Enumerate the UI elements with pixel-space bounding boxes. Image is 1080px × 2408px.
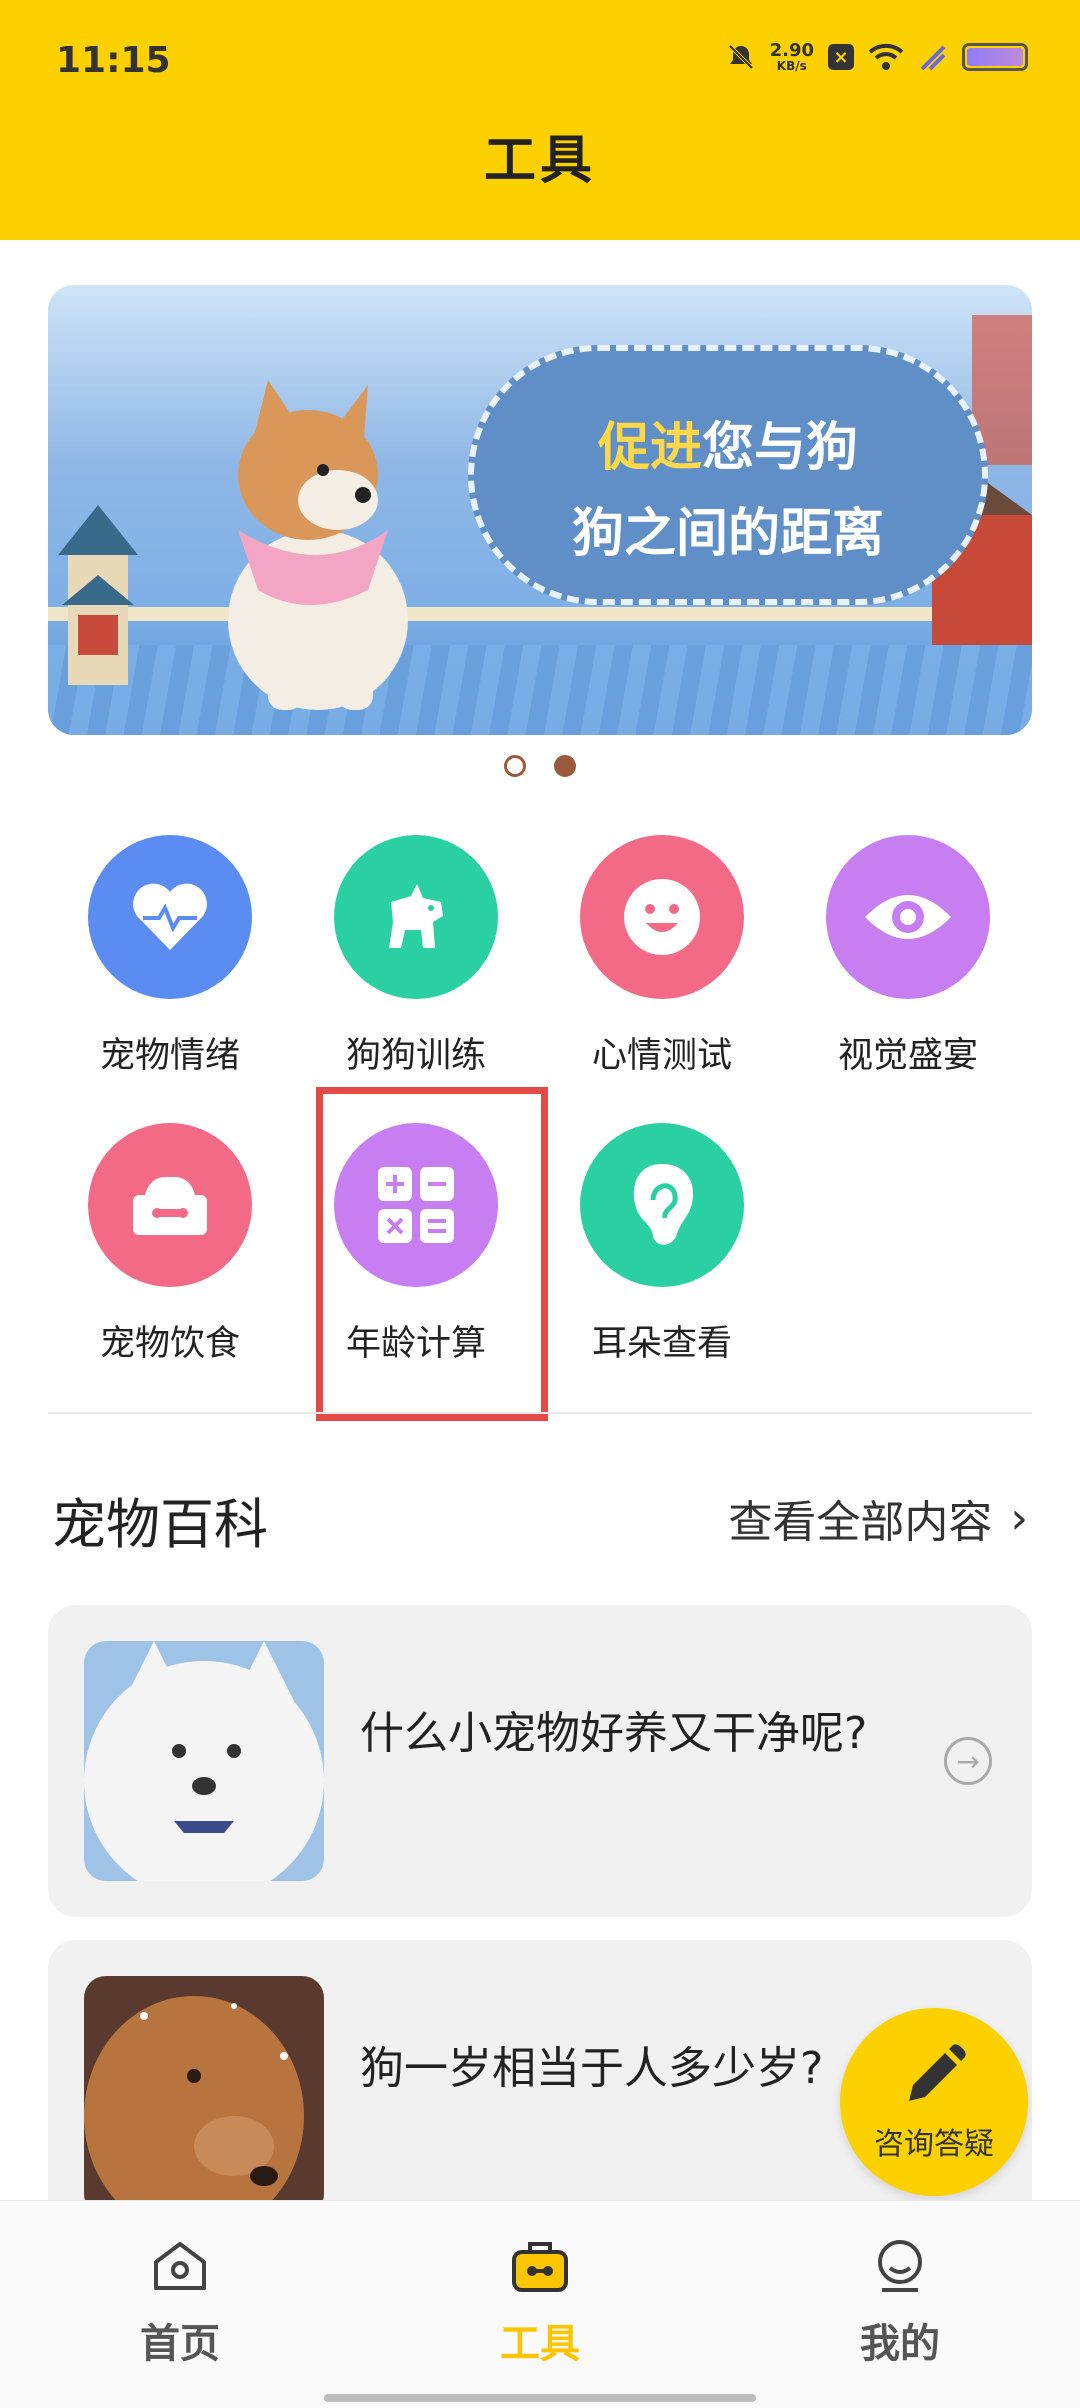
signal-icon <box>920 45 946 71</box>
tool-mood-test[interactable]: 心情测试 <box>552 835 772 1078</box>
promo-banner[interactable]: 促进您与狗 狗之间的距离 <box>48 285 1032 735</box>
banner-text-line2: 狗之间的距离 <box>571 504 884 564</box>
article-title: 狗一岁相当于人多少岁? <box>360 2043 824 2094</box>
banner-pagination <box>0 755 1080 777</box>
tool-label: 狗狗训练 <box>345 1036 486 1076</box>
banner-text: 促进您与狗 狗之间的距离 <box>498 405 958 577</box>
profile-icon <box>878 2240 922 2292</box>
chevron-right-icon: › <box>1010 1492 1028 1544</box>
arrow-right-circle-icon[interactable]: → <box>944 1737 992 1785</box>
divider <box>48 1412 1032 1414</box>
home-indicator[interactable] <box>324 2394 756 2402</box>
tool-label: 宠物饮食 <box>99 1324 240 1364</box>
network-speed-unit: KB/s <box>776 59 807 73</box>
status-time: 11:15 <box>56 40 171 81</box>
view-all-link[interactable]: 查看全部内容 › <box>728 1486 1028 1550</box>
eye-icon <box>865 895 951 939</box>
tool-pet-diet[interactable]: 宠物饮食 <box>60 1123 280 1366</box>
tool-visual-feast[interactable]: 视觉盛宴 <box>798 835 1018 1078</box>
toolbox-icon <box>512 2242 568 2292</box>
ear-icon <box>633 1164 693 1245</box>
article-thumbnail <box>84 1641 324 1881</box>
wifi-icon <box>868 43 904 70</box>
bottom-navigation: 首页 工具 我的 <box>0 2200 1080 2408</box>
tool-ear-check[interactable]: 耳朵查看 <box>552 1123 772 1366</box>
heart-pulse-icon <box>133 883 207 950</box>
notification-x-icon: × <box>828 44 854 70</box>
golden-retriever-photo <box>84 1976 324 2216</box>
status-icons: 2.90 KB/s × <box>726 42 1028 72</box>
battery-icon <box>962 43 1028 71</box>
section-title: 宠物百科 <box>52 1493 268 1556</box>
network-speed: 2.90 KB/s <box>769 40 814 73</box>
samoyed-photo <box>84 1641 324 1881</box>
tool-label: 宠物情绪 <box>99 1036 240 1076</box>
banner-ground <box>48 607 1032 621</box>
nav-tools[interactable]: 工具 <box>440 2235 640 2369</box>
article-thumbnail <box>84 1976 324 2216</box>
nav-label: 我的 <box>860 2321 940 2367</box>
tool-dog-training[interactable]: 狗狗训练 <box>306 835 526 1078</box>
temple-illustration <box>58 505 138 685</box>
nav-profile[interactable]: 我的 <box>800 2235 1000 2369</box>
tool-label: 耳朵查看 <box>591 1324 732 1364</box>
banner-text-highlight: 促进 <box>597 418 702 478</box>
banner-dot-active[interactable] <box>554 755 576 777</box>
nav-label: 首页 <box>140 2321 220 2367</box>
tool-label: 视觉盛宴 <box>837 1036 978 1076</box>
tool-circle <box>826 835 990 999</box>
banner-text-line1: 您与狗 <box>702 418 859 478</box>
fab-label: 咨询答疑 <box>874 2127 994 2162</box>
nav-label: 工具 <box>500 2321 580 2367</box>
selection-highlight <box>316 1087 548 1421</box>
article-title: 什么小宠物好养又干净呢? <box>360 1708 868 1759</box>
nav-home[interactable]: 首页 <box>80 2235 280 2369</box>
smiley-icon <box>624 879 700 955</box>
tool-circle <box>334 835 498 999</box>
view-all-label: 查看全部内容 <box>728 1497 993 1548</box>
network-speed-value: 2.90 <box>769 40 814 61</box>
app-header: 11:15 2.90 KB/s × 工具 <box>0 0 1080 240</box>
pencil-icon <box>909 2044 966 2101</box>
tool-circle <box>580 835 744 999</box>
page-title: 工具 <box>483 131 596 191</box>
dog-icon <box>389 884 443 948</box>
tool-circle <box>88 1123 252 1287</box>
pet-bowl-icon <box>133 1176 207 1235</box>
banner-dot[interactable] <box>504 755 526 777</box>
article-card[interactable]: 什么小宠物好养又干净呢? → <box>48 1605 1032 1917</box>
tool-circle <box>88 835 252 999</box>
banner-rays <box>48 645 1032 735</box>
tool-label: 心情测试 <box>591 1036 732 1076</box>
mute-bell-icon <box>728 44 753 70</box>
home-icon <box>154 2242 206 2290</box>
tool-pet-emotion[interactable]: 宠物情绪 <box>60 835 280 1078</box>
consult-fab[interactable]: 咨询答疑 <box>840 2008 1028 2196</box>
shiba-dog-illustration <box>228 380 408 710</box>
tool-circle <box>580 1123 744 1287</box>
